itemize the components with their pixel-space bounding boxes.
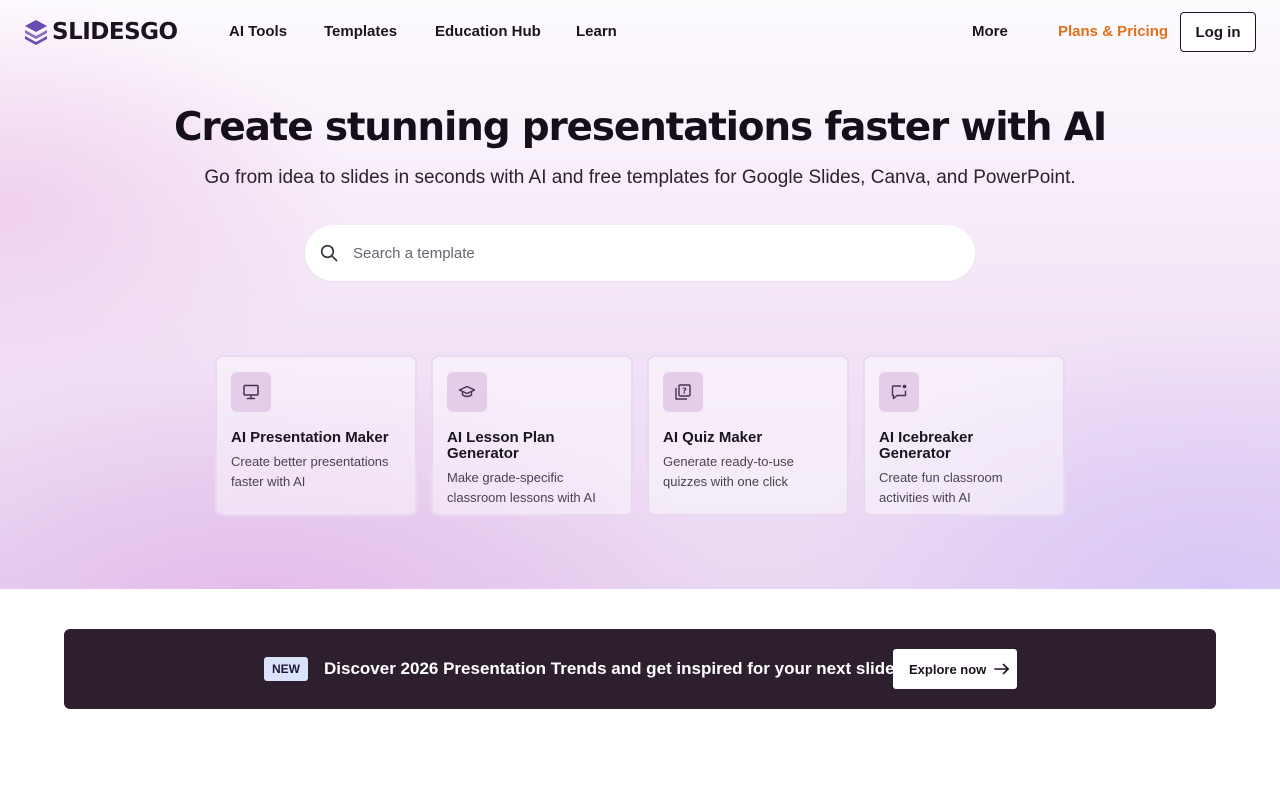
hero-title: Create stunning presentations faster wit… [173, 105, 1107, 150]
search-input[interactable] [353, 241, 953, 265]
nav-plans-pricing[interactable]: Plans & Pricing [1058, 22, 1168, 42]
tool-card-title: AI Icebreaker Generator [879, 429, 974, 462]
tool-card-description: Create better presentations faster with … [231, 454, 389, 489]
slidesgo-logo-icon [25, 20, 47, 45]
nav-ai-tools[interactable]: AI Tools [229, 22, 287, 42]
template-search-bar[interactable] [305, 225, 975, 281]
nav-templates[interactable]: Templates [324, 22, 397, 42]
search-icon[interactable] [320, 244, 338, 262]
brand-name: SLIDESGO [52, 19, 178, 45]
nav-more[interactable]: More [972, 22, 1008, 42]
banner-text: Discover 2026 Presentation Trends and ge… [324, 659, 905, 678]
trends-banner: NEW Discover 2026 Presentation Trends an… [64, 629, 1216, 709]
chat-bubble-icon [879, 372, 919, 412]
tool-card-description: Generate ready-to-use quizzes with one c… [663, 454, 794, 489]
svg-text:?: ? [682, 387, 687, 396]
tool-card-title: AI Quiz Maker [663, 429, 763, 446]
tool-card-icebreaker[interactable]: AI Icebreaker Generator Create fun class… [863, 355, 1065, 516]
tool-card-description: Make grade-specific classroom lessons wi… [447, 470, 596, 505]
hero-section [0, 0, 1280, 589]
new-badge: NEW [264, 657, 308, 681]
tool-card-description: Create fun classroom activities with AI [879, 470, 1003, 505]
slidesgo-logo[interactable]: SLIDESGO [24, 19, 178, 45]
site-header: SLIDESGO AI Tools Templates Education Hu… [0, 0, 1280, 64]
tool-card-lesson-plan[interactable]: AI Lesson Plan Generator Make grade-spec… [431, 355, 633, 516]
quiz-icon: ? [663, 372, 703, 412]
tool-card-title: AI Lesson Plan Generator [447, 429, 555, 462]
explore-now-button[interactable]: Explore now [893, 649, 1017, 689]
login-button[interactable]: Log in [1180, 12, 1256, 52]
tool-card-presentation-maker[interactable]: AI Presentation Maker Create better pres… [215, 355, 417, 516]
tool-card-quiz-maker[interactable]: ? AI Quiz Maker Generate ready-to-use qu… [647, 355, 849, 516]
hero-subtitle: Go from idea to slides in seconds with A… [204, 167, 1076, 188]
nav-education-hub[interactable]: Education Hub [435, 22, 541, 42]
tool-card-title: AI Presentation Maker [231, 429, 389, 446]
arrow-right-icon [994, 663, 1010, 675]
nav-learn[interactable]: Learn [576, 22, 617, 42]
presentation-icon [231, 372, 271, 412]
explore-button-label: Explore now [909, 661, 987, 677]
graduation-cap-icon [447, 372, 487, 412]
